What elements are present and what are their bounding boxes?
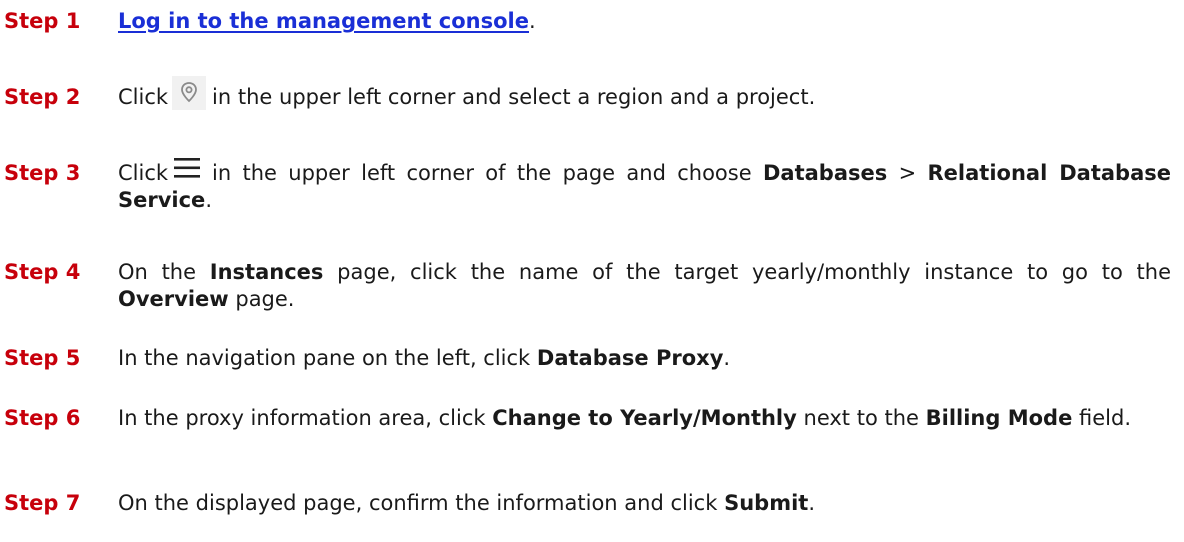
step-label: Step 4: [4, 260, 81, 284]
instances-page-term: Instances: [209, 260, 324, 284]
step-body: On the displayed page, confirm the infor…: [118, 491, 816, 515]
step-body: In the proxy information area, click Cha…: [118, 406, 1132, 430]
menu-path-databases: Databases: [762, 161, 888, 185]
step-body: In the navigation pane on the left, clic…: [118, 346, 731, 370]
overview-page-term: Overview: [118, 287, 229, 311]
menu-icon: [172, 157, 204, 179]
procedure-steps: Step 1 Log in to the management console.…: [0, 0, 1184, 542]
step-body: Click in the upper left corner and select…: [118, 76, 1171, 111]
step-label: Step 1: [4, 9, 81, 33]
step-body: Click in the upper left corner of the pag…: [118, 157, 1171, 214]
billing-mode-term: Billing Mode: [925, 406, 1073, 430]
step-label: Step 2: [4, 85, 81, 109]
step-label: Step 5: [4, 346, 81, 370]
step-body: Log in to the management console.: [118, 9, 536, 33]
management-console-link[interactable]: Log in to the management console: [118, 9, 529, 33]
step-label: Step 6: [4, 406, 81, 430]
step-body: On the Instances page, click the name of…: [118, 260, 1171, 311]
submit-term: Submit: [724, 491, 809, 515]
location-pin-icon: [172, 76, 207, 110]
step-label: Step 3: [4, 161, 81, 185]
step-label: Step 7: [4, 491, 81, 515]
database-proxy-term: Database Proxy: [536, 346, 724, 370]
change-to-yearly-monthly-term: Change to Yearly/Monthly: [492, 406, 797, 430]
